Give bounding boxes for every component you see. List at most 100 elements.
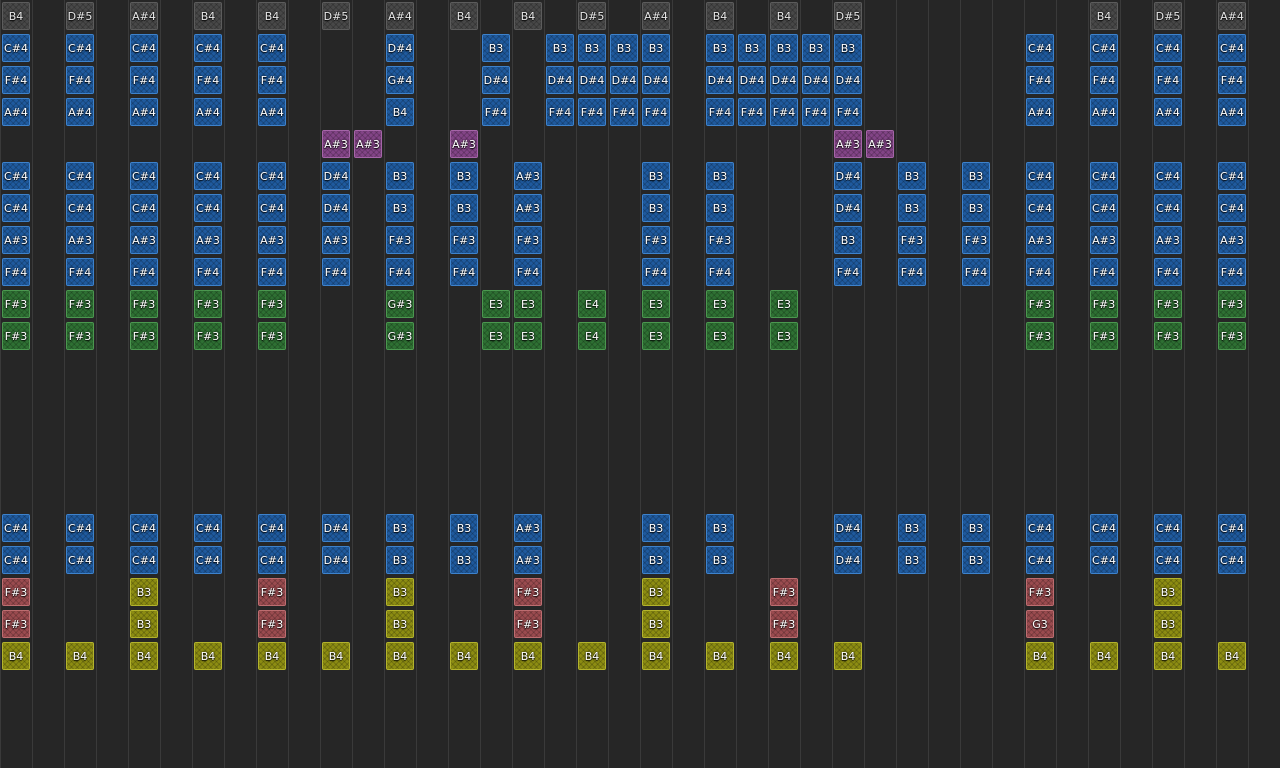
note-cell[interactable]: C#4 — [1026, 162, 1054, 190]
note-cell[interactable]: B3 — [450, 514, 478, 542]
note-cell[interactable]: C#4 — [1026, 194, 1054, 222]
note-cell[interactable]: F#4 — [514, 258, 542, 286]
note-cell[interactable]: E3 — [642, 290, 670, 318]
note-cell[interactable]: D#5 — [834, 2, 862, 30]
note-cell[interactable]: A#4 — [1154, 98, 1182, 126]
note-cell[interactable]: E3 — [482, 322, 510, 350]
note-cell[interactable]: C#4 — [130, 194, 158, 222]
note-cell[interactable]: A#4 — [642, 2, 670, 30]
note-cell[interactable]: A#3 — [514, 546, 542, 574]
note-cell[interactable]: B4 — [194, 642, 222, 670]
note-cell[interactable]: F#3 — [2, 610, 30, 638]
note-cell[interactable]: F#3 — [642, 226, 670, 254]
note-cell[interactable]: D#4 — [322, 546, 350, 574]
note-cell[interactable]: E3 — [642, 322, 670, 350]
note-cell[interactable]: B4 — [514, 2, 542, 30]
note-cell[interactable]: C#4 — [66, 546, 94, 574]
note-cell[interactable]: B3 — [962, 546, 990, 574]
note-cell[interactable]: F#4 — [482, 98, 510, 126]
note-cell[interactable]: B3 — [578, 34, 606, 62]
note-cell[interactable]: B3 — [642, 610, 670, 638]
note-cell[interactable]: D#5 — [1154, 2, 1182, 30]
note-cell[interactable]: F#3 — [1090, 322, 1118, 350]
note-cell[interactable]: F#4 — [1026, 258, 1054, 286]
note-cell[interactable]: B3 — [834, 226, 862, 254]
note-cell[interactable]: F#3 — [258, 322, 286, 350]
note-cell[interactable]: C#4 — [66, 194, 94, 222]
note-cell[interactable]: E3 — [706, 290, 734, 318]
note-cell[interactable]: B3 — [1154, 610, 1182, 638]
note-cell[interactable]: E3 — [770, 290, 798, 318]
note-cell[interactable]: B3 — [546, 34, 574, 62]
note-cell[interactable]: B3 — [386, 578, 414, 606]
note-cell[interactable]: A#3 — [194, 226, 222, 254]
note-cell[interactable]: A#3 — [322, 226, 350, 254]
note-cell[interactable]: F#4 — [322, 258, 350, 286]
note-cell[interactable]: D#4 — [386, 34, 414, 62]
note-cell[interactable]: F#4 — [834, 98, 862, 126]
note-cell[interactable]: F#3 — [2, 578, 30, 606]
note-cell[interactable]: C#4 — [258, 34, 286, 62]
note-cell[interactable]: C#4 — [194, 194, 222, 222]
note-cell[interactable]: D#5 — [578, 2, 606, 30]
note-cell[interactable]: F#3 — [514, 610, 542, 638]
note-cell[interactable]: B3 — [834, 34, 862, 62]
note-cell[interactable]: D#4 — [706, 66, 734, 94]
note-cell[interactable]: F#3 — [770, 578, 798, 606]
note-cell[interactable]: F#3 — [1026, 290, 1054, 318]
note-cell[interactable]: F#3 — [450, 226, 478, 254]
note-cell[interactable]: B4 — [450, 642, 478, 670]
note-cell[interactable]: F#4 — [194, 66, 222, 94]
note-cell[interactable]: C#4 — [194, 514, 222, 542]
note-cell[interactable]: D#4 — [482, 66, 510, 94]
note-cell[interactable]: B3 — [450, 546, 478, 574]
note-cell[interactable]: F#4 — [706, 98, 734, 126]
note-cell[interactable]: F#3 — [1218, 290, 1246, 318]
note-cell[interactable]: B4 — [194, 2, 222, 30]
note-cell[interactable]: A#3 — [1090, 226, 1118, 254]
note-cell[interactable]: F#4 — [1026, 66, 1054, 94]
note-cell[interactable]: A#4 — [1218, 98, 1246, 126]
note-cell[interactable]: B4 — [2, 2, 30, 30]
note-cell[interactable]: F#4 — [2, 66, 30, 94]
note-cell[interactable]: B4 — [1026, 642, 1054, 670]
note-cell[interactable]: A#3 — [130, 226, 158, 254]
note-cell[interactable]: C#4 — [258, 514, 286, 542]
note-cell[interactable]: F#3 — [1154, 322, 1182, 350]
note-cell[interactable]: C#4 — [2, 34, 30, 62]
note-cell[interactable]: B4 — [514, 642, 542, 670]
note-cell[interactable]: F#4 — [642, 98, 670, 126]
note-cell[interactable]: B3 — [1154, 578, 1182, 606]
note-cell[interactable]: B4 — [834, 642, 862, 670]
note-cell[interactable]: F#4 — [642, 258, 670, 286]
note-cell[interactable]: D#4 — [738, 66, 766, 94]
note-cell[interactable]: C#4 — [1090, 162, 1118, 190]
note-cell[interactable]: F#3 — [386, 226, 414, 254]
note-cell[interactable]: C#4 — [1026, 514, 1054, 542]
note-cell[interactable]: F#3 — [1154, 290, 1182, 318]
note-cell[interactable]: E3 — [482, 290, 510, 318]
note-cell[interactable]: F#3 — [2, 290, 30, 318]
note-cell[interactable]: F#4 — [578, 98, 606, 126]
note-cell[interactable]: F#4 — [802, 98, 830, 126]
note-cell[interactable]: D#5 — [322, 2, 350, 30]
note-cell[interactable]: D#4 — [834, 194, 862, 222]
note-cell[interactable]: D#4 — [322, 514, 350, 542]
note-cell[interactable]: B4 — [258, 642, 286, 670]
note-cell[interactable]: B3 — [706, 162, 734, 190]
note-cell[interactable]: F#3 — [962, 226, 990, 254]
note-cell[interactable]: F#3 — [514, 226, 542, 254]
note-cell[interactable]: C#4 — [1154, 162, 1182, 190]
note-cell[interactable]: F#3 — [66, 290, 94, 318]
note-cell[interactable]: E4 — [578, 290, 606, 318]
note-cell[interactable]: E3 — [770, 322, 798, 350]
note-cell[interactable]: B3 — [386, 546, 414, 574]
note-cell[interactable]: C#4 — [2, 546, 30, 574]
note-cell[interactable]: C#4 — [1218, 546, 1246, 574]
note-cell[interactable]: C#4 — [1090, 546, 1118, 574]
note-cell[interactable]: F#4 — [610, 98, 638, 126]
note-cell[interactable]: F#3 — [194, 322, 222, 350]
note-cell[interactable]: B3 — [386, 514, 414, 542]
note-cell[interactable]: A#3 — [258, 226, 286, 254]
note-cell[interactable]: B4 — [706, 2, 734, 30]
